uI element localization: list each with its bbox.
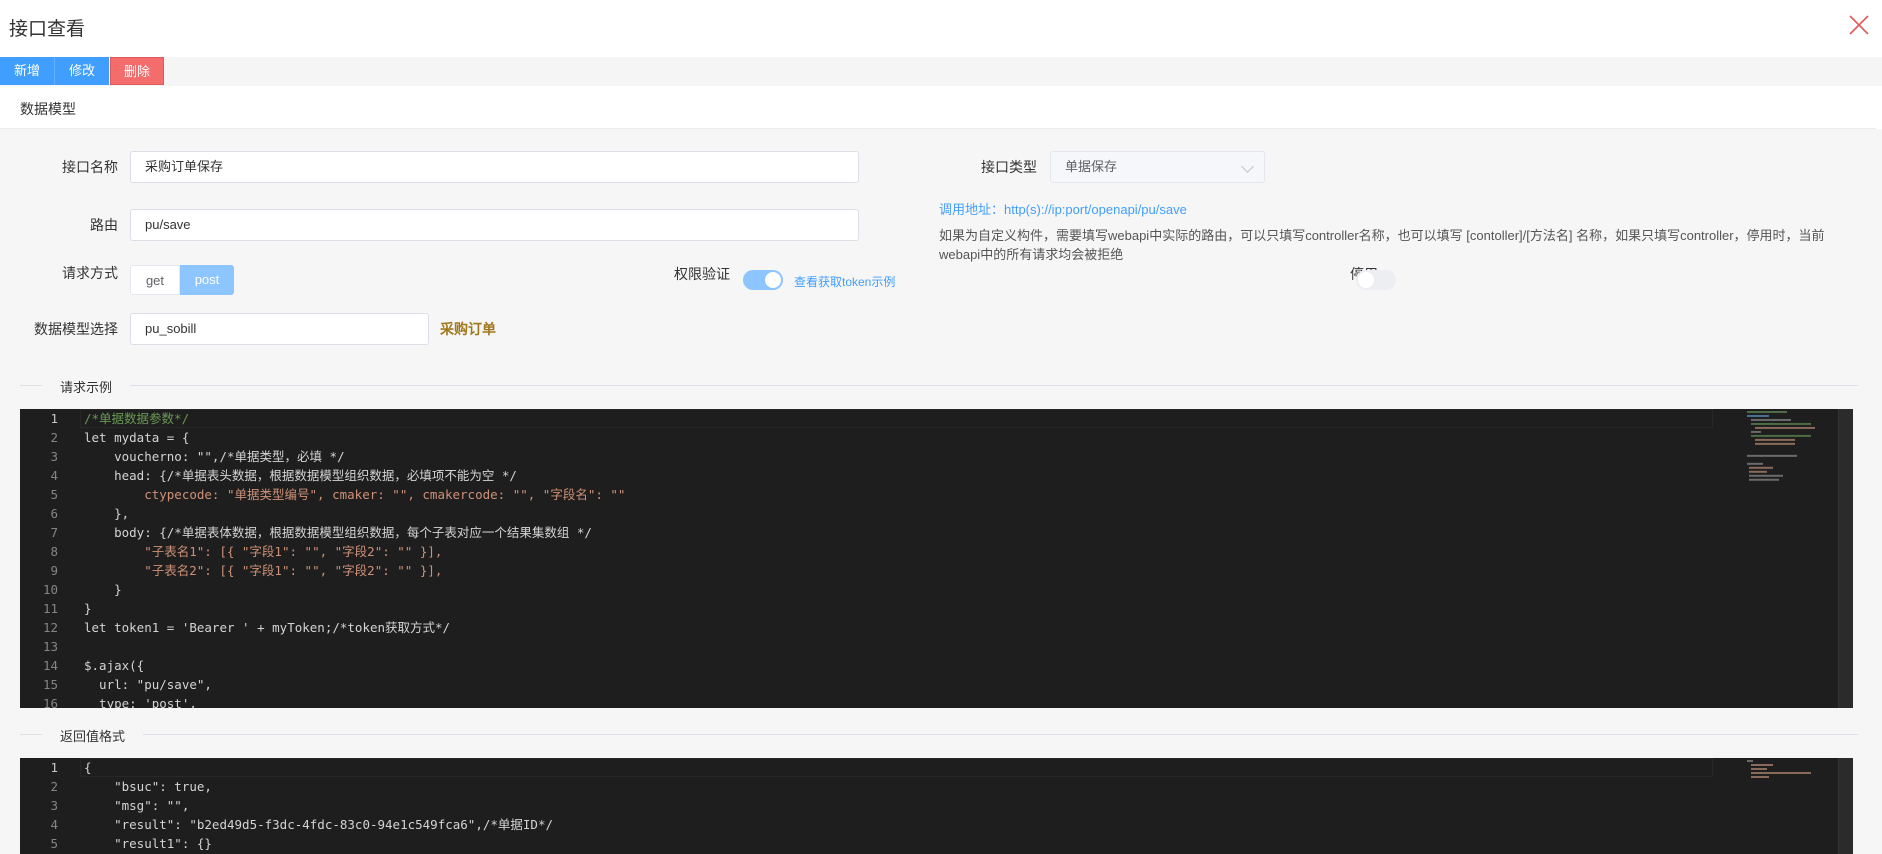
request-divider (20, 385, 1858, 386)
route-input[interactable]: pu/save (130, 209, 859, 241)
code-lines: /*单据数据参数*/ let mydata = { voucherno: "",… (84, 409, 1713, 708)
code-line: $.ajax({ (84, 658, 145, 673)
route-note: 如果为自定义构件，需要填写webapi中实际的路由，可以只填写controlle… (939, 228, 1825, 262)
line-number: 6 (50, 506, 58, 521)
editor-scrollbar[interactable] (1838, 758, 1853, 854)
code-line: head: {/*单据表头数据，根据数据模型组织数据，必填项不能为空 */ (84, 468, 517, 483)
section-header: 数据模型 (0, 88, 1876, 129)
delete-button[interactable]: 删除 (110, 57, 164, 85)
line-number: 13 (42, 639, 58, 654)
section-title: 数据模型 (20, 101, 76, 117)
line-number: 4 (50, 817, 58, 832)
code-line: "result1": {} (84, 836, 212, 851)
interface-name-input[interactable]: 采购订单保存 (130, 151, 859, 183)
code-line: } (84, 601, 92, 616)
dialog-titlebar: 接口查看 (0, 0, 1882, 57)
line-number: 15 (42, 677, 58, 692)
close-icon[interactable] (1846, 12, 1872, 38)
auth-toggle[interactable] (743, 270, 783, 290)
toggle-knob (765, 272, 781, 288)
line-number: 7 (50, 525, 58, 540)
line-number: 4 (50, 468, 58, 483)
token-example-link[interactable]: 查看获取token示例 (794, 273, 895, 290)
code-line: ctypecode: "单据类型编号", cmaker: "", cmakerc… (84, 487, 626, 502)
data-model-name: 采购订单 (440, 321, 496, 337)
line-number: 12 (42, 620, 58, 635)
code-line: } (84, 582, 122, 597)
disable-toggle[interactable] (1356, 270, 1396, 290)
code-line: let token1 = 'Bearer ' + myToken;/*token… (84, 620, 451, 635)
code-minimap[interactable] (1739, 409, 1839, 708)
request-example-label: 请求示例 (42, 377, 131, 396)
code-line: "子表名1": [{ "字段1": "", "字段2": "" }], (84, 544, 443, 559)
code-line: "bsuc": true, (84, 779, 212, 794)
line-number: 1 (50, 411, 58, 426)
code-line: /*单据数据参数*/ (84, 411, 190, 426)
line-number: 1 (50, 760, 58, 775)
code-line: "msg": "", (84, 798, 190, 813)
code-line: let mydata = { (84, 430, 190, 445)
code-line: body: {/*单据表体数据，根据数据模型组织数据，每个子表对应一个结果集数组… (84, 525, 592, 540)
return-divider (20, 734, 1858, 735)
code-line: "子表名2": [{ "字段1": "", "字段2": "" }], (84, 563, 443, 578)
line-number: 9 (50, 563, 58, 578)
code-line: "result": "b2ed49d5-f3dc-4fdc-83c0-94e1c… (84, 817, 554, 832)
code-line: type: 'post', (84, 696, 197, 708)
method-post-button[interactable]: post (180, 265, 234, 295)
method-get-button[interactable]: get (130, 265, 180, 295)
chevron-down-icon (1241, 160, 1254, 173)
line-number: 16 (42, 696, 58, 708)
line-number: 8 (50, 544, 58, 559)
return-format-label: 返回值格式 (42, 726, 144, 745)
code-line: { (84, 760, 92, 775)
route-label: 路由 (90, 217, 118, 233)
interface-type-select[interactable]: 单据保存 (1050, 151, 1265, 183)
auth-label: 权限验证 (674, 266, 730, 282)
toolbar: 新增 修改 删除 (0, 57, 1882, 86)
code-minimap[interactable] (1739, 758, 1839, 854)
name-label: 接口名称 (62, 159, 118, 175)
line-number: 2 (50, 430, 58, 445)
line-number: 3 (50, 798, 58, 813)
line-number: 11 (42, 601, 58, 616)
editor-scrollbar[interactable] (1838, 409, 1853, 708)
edit-button[interactable]: 修改 (55, 57, 109, 85)
line-number-gutter: 1 2 3 4 5 6 7 8 9 10 11 12 13 14 15 16 (20, 409, 80, 708)
toggle-knob (1358, 272, 1374, 288)
line-number: 2 (50, 779, 58, 794)
line-number: 5 (50, 487, 58, 502)
dialog-title: 接口查看 (9, 19, 86, 40)
line-number: 10 (42, 582, 58, 597)
type-label: 接口类型 (981, 159, 1037, 175)
return-code-editor[interactable]: 1 2 3 4 5 { "bsuc": true, "msg": "", "re… (20, 758, 1853, 854)
line-number: 5 (50, 836, 58, 851)
code-line: }, (84, 506, 130, 521)
model-label: 数据模型选择 (34, 321, 118, 337)
add-button[interactable]: 新增 (0, 57, 55, 85)
form-area: 接口名称 采购订单保存 接口类型 单据保存 调用地址：http(s)://ip:… (0, 129, 1882, 854)
line-number: 14 (42, 658, 58, 673)
code-line: voucherno: "",/*单据类型，必填 */ (84, 449, 345, 464)
interface-type-value: 单据保存 (1065, 159, 1118, 174)
method-label: 请求方式 (62, 265, 118, 281)
line-number-gutter: 1 2 3 4 5 (20, 758, 80, 853)
code-line: url: "pu/save", (84, 677, 212, 692)
code-lines: { "bsuc": true, "msg": "", "result": "b2… (84, 758, 1713, 853)
line-number: 3 (50, 449, 58, 464)
request-code-editor[interactable]: 1 2 3 4 5 6 7 8 9 10 11 12 13 14 15 16 /… (20, 409, 1853, 708)
call-address: 调用地址：http(s)://ip:port/openapi/pu/save (939, 202, 1187, 217)
data-model-input[interactable]: pu_sobill (130, 313, 429, 345)
